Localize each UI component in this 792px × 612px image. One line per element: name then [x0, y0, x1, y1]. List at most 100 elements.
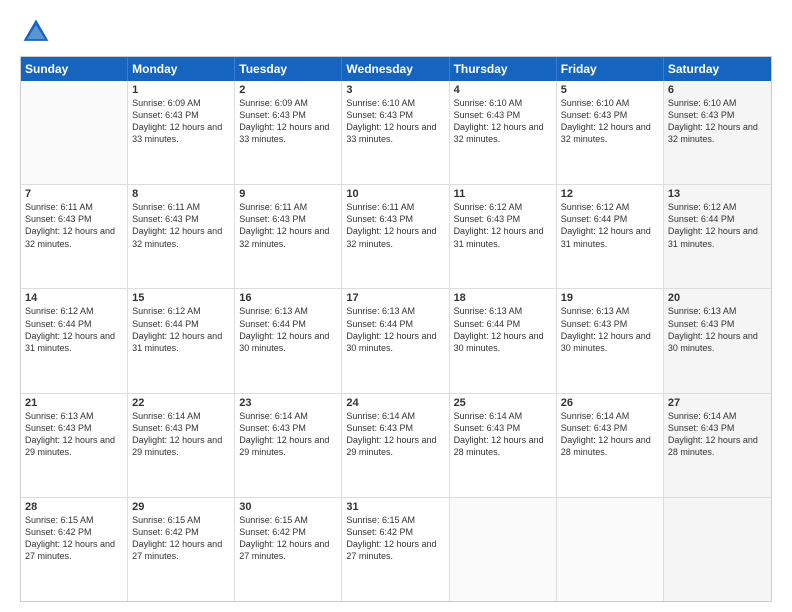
- calendar-cell-27: 27Sunrise: 6:14 AMSunset: 6:43 PMDayligh…: [664, 394, 771, 497]
- cell-details: Sunrise: 6:13 AMSunset: 6:44 PMDaylight:…: [454, 305, 552, 354]
- day-number: 7: [25, 188, 123, 200]
- cell-details: Sunrise: 6:14 AMSunset: 6:43 PMDaylight:…: [668, 410, 767, 459]
- page: SundayMondayTuesdayWednesdayThursdayFrid…: [0, 0, 792, 612]
- day-number: 28: [25, 501, 123, 513]
- cell-details: Sunrise: 6:14 AMSunset: 6:43 PMDaylight:…: [561, 410, 659, 459]
- cell-details: Sunrise: 6:12 AMSunset: 6:44 PMDaylight:…: [668, 201, 767, 250]
- cell-details: Sunrise: 6:10 AMSunset: 6:43 PMDaylight:…: [346, 97, 444, 146]
- calendar-cell-4: 4Sunrise: 6:10 AMSunset: 6:43 PMDaylight…: [450, 81, 557, 184]
- calendar-cell-20: 20Sunrise: 6:13 AMSunset: 6:43 PMDayligh…: [664, 289, 771, 392]
- calendar-cell-29: 29Sunrise: 6:15 AMSunset: 6:42 PMDayligh…: [128, 498, 235, 601]
- cell-details: Sunrise: 6:15 AMSunset: 6:42 PMDaylight:…: [25, 514, 123, 563]
- calendar-cell-empty-4-4: [450, 498, 557, 601]
- calendar-cell-2: 2Sunrise: 6:09 AMSunset: 6:43 PMDaylight…: [235, 81, 342, 184]
- day-number: 8: [132, 188, 230, 200]
- calendar: SundayMondayTuesdayWednesdayThursdayFrid…: [20, 56, 772, 602]
- day-number: 22: [132, 397, 230, 409]
- calendar-cell-3: 3Sunrise: 6:10 AMSunset: 6:43 PMDaylight…: [342, 81, 449, 184]
- calendar-row-4: 28Sunrise: 6:15 AMSunset: 6:42 PMDayligh…: [21, 498, 771, 601]
- cell-details: Sunrise: 6:11 AMSunset: 6:43 PMDaylight:…: [132, 201, 230, 250]
- day-number: 5: [561, 84, 659, 96]
- calendar-cell-22: 22Sunrise: 6:14 AMSunset: 6:43 PMDayligh…: [128, 394, 235, 497]
- calendar-cell-9: 9Sunrise: 6:11 AMSunset: 6:43 PMDaylight…: [235, 185, 342, 288]
- calendar-cell-empty-0-0: [21, 81, 128, 184]
- day-number: 12: [561, 188, 659, 200]
- day-number: 9: [239, 188, 337, 200]
- cell-details: Sunrise: 6:09 AMSunset: 6:43 PMDaylight:…: [132, 97, 230, 146]
- day-number: 13: [668, 188, 767, 200]
- cell-details: Sunrise: 6:15 AMSunset: 6:42 PMDaylight:…: [132, 514, 230, 563]
- calendar-cell-26: 26Sunrise: 6:14 AMSunset: 6:43 PMDayligh…: [557, 394, 664, 497]
- calendar-row-0: 1Sunrise: 6:09 AMSunset: 6:43 PMDaylight…: [21, 81, 771, 185]
- cell-details: Sunrise: 6:13 AMSunset: 6:43 PMDaylight:…: [25, 410, 123, 459]
- day-number: 26: [561, 397, 659, 409]
- header-day-saturday: Saturday: [664, 57, 771, 81]
- day-number: 18: [454, 292, 552, 304]
- day-number: 20: [668, 292, 767, 304]
- cell-details: Sunrise: 6:10 AMSunset: 6:43 PMDaylight:…: [454, 97, 552, 146]
- day-number: 30: [239, 501, 337, 513]
- cell-details: Sunrise: 6:13 AMSunset: 6:44 PMDaylight:…: [239, 305, 337, 354]
- calendar-cell-19: 19Sunrise: 6:13 AMSunset: 6:43 PMDayligh…: [557, 289, 664, 392]
- cell-details: Sunrise: 6:10 AMSunset: 6:43 PMDaylight:…: [668, 97, 767, 146]
- calendar-cell-12: 12Sunrise: 6:12 AMSunset: 6:44 PMDayligh…: [557, 185, 664, 288]
- day-number: 11: [454, 188, 552, 200]
- cell-details: Sunrise: 6:14 AMSunset: 6:43 PMDaylight:…: [132, 410, 230, 459]
- cell-details: Sunrise: 6:12 AMSunset: 6:44 PMDaylight:…: [132, 305, 230, 354]
- calendar-row-1: 7Sunrise: 6:11 AMSunset: 6:43 PMDaylight…: [21, 185, 771, 289]
- calendar-cell-17: 17Sunrise: 6:13 AMSunset: 6:44 PMDayligh…: [342, 289, 449, 392]
- calendar-cell-23: 23Sunrise: 6:14 AMSunset: 6:43 PMDayligh…: [235, 394, 342, 497]
- header-day-thursday: Thursday: [450, 57, 557, 81]
- header-day-wednesday: Wednesday: [342, 57, 449, 81]
- header-day-sunday: Sunday: [21, 57, 128, 81]
- cell-details: Sunrise: 6:12 AMSunset: 6:44 PMDaylight:…: [561, 201, 659, 250]
- day-number: 1: [132, 84, 230, 96]
- calendar-cell-21: 21Sunrise: 6:13 AMSunset: 6:43 PMDayligh…: [21, 394, 128, 497]
- calendar-cell-31: 31Sunrise: 6:15 AMSunset: 6:42 PMDayligh…: [342, 498, 449, 601]
- day-number: 24: [346, 397, 444, 409]
- calendar-cell-8: 8Sunrise: 6:11 AMSunset: 6:43 PMDaylight…: [128, 185, 235, 288]
- calendar-cell-18: 18Sunrise: 6:13 AMSunset: 6:44 PMDayligh…: [450, 289, 557, 392]
- calendar-cell-empty-4-6: [664, 498, 771, 601]
- day-number: 16: [239, 292, 337, 304]
- calendar-header: SundayMondayTuesdayWednesdayThursdayFrid…: [21, 57, 771, 81]
- day-number: 21: [25, 397, 123, 409]
- calendar-cell-11: 11Sunrise: 6:12 AMSunset: 6:43 PMDayligh…: [450, 185, 557, 288]
- day-number: 14: [25, 292, 123, 304]
- day-number: 15: [132, 292, 230, 304]
- calendar-row-2: 14 Sunrise: 6:12 AMSunset: 6:44 PMDayligh…: [21, 289, 771, 393]
- calendar-body: 1Sunrise: 6:09 AMSunset: 6:43 PMDaylight…: [21, 81, 771, 601]
- day-number: 3: [346, 84, 444, 96]
- cell-details: Sunrise: 6:11 AMSunset: 6:43 PMDaylight:…: [346, 201, 444, 250]
- day-number: 19: [561, 292, 659, 304]
- day-number: 27: [668, 397, 767, 409]
- calendar-cell-6: 6Sunrise: 6:10 AMSunset: 6:43 PMDaylight…: [664, 81, 771, 184]
- cell-details: Sunrise: 6:13 AMSunset: 6:44 PMDaylight:…: [346, 305, 444, 354]
- calendar-cell-1: 1Sunrise: 6:09 AMSunset: 6:43 PMDaylight…: [128, 81, 235, 184]
- day-number: 23: [239, 397, 337, 409]
- day-number: 6: [668, 84, 767, 96]
- calendar-cell-empty-4-5: [557, 498, 664, 601]
- day-number: 25: [454, 397, 552, 409]
- calendar-cell-7: 7Sunrise: 6:11 AMSunset: 6:43 PMDaylight…: [21, 185, 128, 288]
- calendar-cell-5: 5Sunrise: 6:10 AMSunset: 6:43 PMDaylight…: [557, 81, 664, 184]
- day-number: 4: [454, 84, 552, 96]
- day-number: 31: [346, 501, 444, 513]
- calendar-row-3: 21Sunrise: 6:13 AMSunset: 6:43 PMDayligh…: [21, 394, 771, 498]
- cell-details: Sunrise: 6:12 AMSunset: 6:43 PMDaylight:…: [454, 201, 552, 250]
- cell-details: Sunrise: 6:15 AMSunset: 6:42 PMDaylight:…: [346, 514, 444, 563]
- header: [20, 16, 772, 48]
- cell-details: Sunrise: 6:14 AMSunset: 6:43 PMDaylight:…: [346, 410, 444, 459]
- calendar-cell-24: 24Sunrise: 6:14 AMSunset: 6:43 PMDayligh…: [342, 394, 449, 497]
- logo: [20, 16, 56, 48]
- calendar-cell-15: 15Sunrise: 6:12 AMSunset: 6:44 PMDayligh…: [128, 289, 235, 392]
- cell-details: Sunrise: 6:11 AMSunset: 6:43 PMDaylight:…: [25, 201, 123, 250]
- cell-details: Sunrise: 6:14 AMSunset: 6:43 PMDaylight:…: [454, 410, 552, 459]
- header-day-friday: Friday: [557, 57, 664, 81]
- cell-details: Sunrise: 6:11 AMSunset: 6:43 PMDaylight:…: [239, 201, 337, 250]
- day-number: 10: [346, 188, 444, 200]
- calendar-cell-13: 13Sunrise: 6:12 AMSunset: 6:44 PMDayligh…: [664, 185, 771, 288]
- cell-details: Sunrise: 6:10 AMSunset: 6:43 PMDaylight:…: [561, 97, 659, 146]
- calendar-cell-14: 14Sunrise: 6:12 AMSunset: 6:44 PMDayligh…: [21, 289, 128, 392]
- calendar-cell-28: 28Sunrise: 6:15 AMSunset: 6:42 PMDayligh…: [21, 498, 128, 601]
